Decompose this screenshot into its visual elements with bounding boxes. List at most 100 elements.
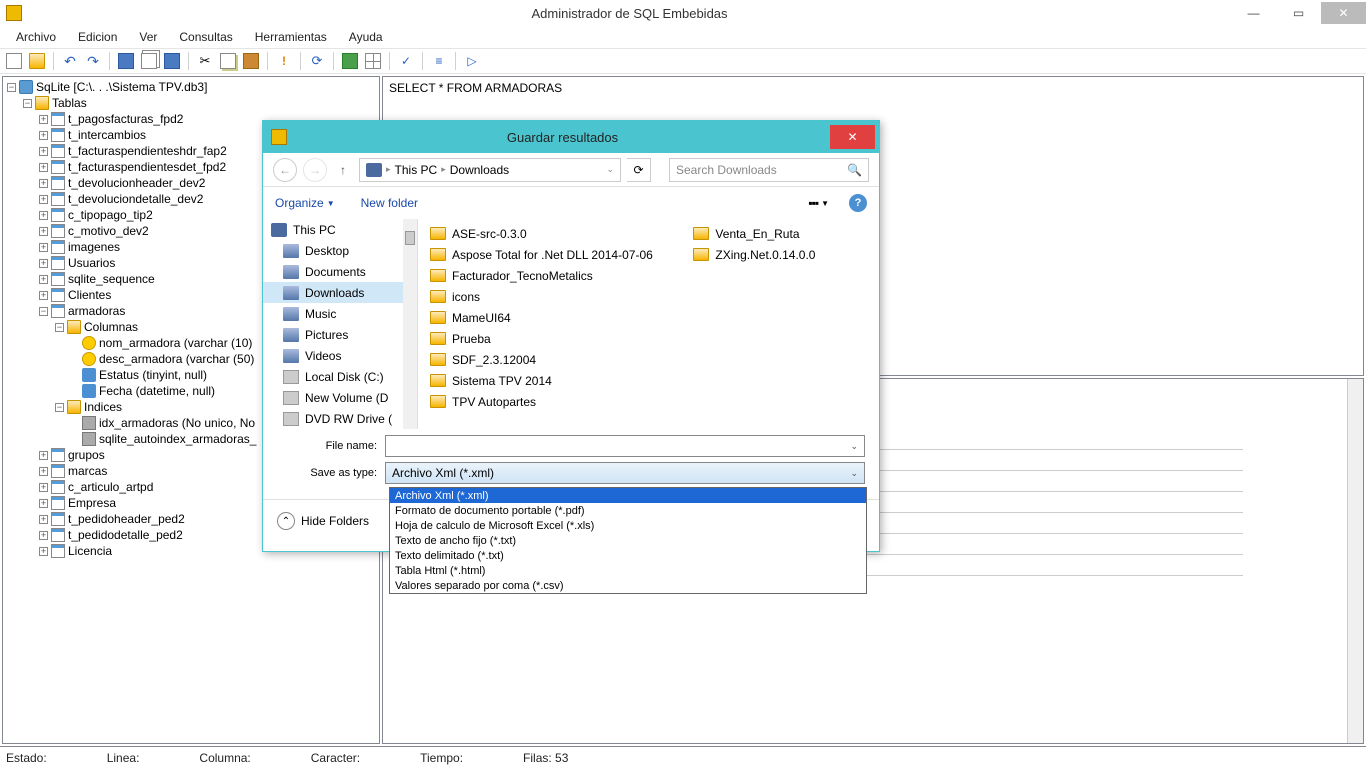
file-item[interactable]: MameUI64 bbox=[418, 307, 681, 328]
file-item[interactable]: icons bbox=[418, 286, 681, 307]
tool-warn-icon[interactable]: ! bbox=[274, 51, 294, 71]
dropdown-option[interactable]: Texto de ancho fijo (*.txt) bbox=[390, 533, 866, 548]
dropdown-option[interactable]: Formato de documento portable (*.pdf) bbox=[390, 503, 866, 518]
file-item[interactable]: SDF_2.3.12004 bbox=[418, 349, 681, 370]
menu-archivo[interactable]: Archivo bbox=[6, 28, 66, 46]
file-item[interactable]: ASE-src-0.3.0 bbox=[418, 223, 681, 244]
dialog-titlebar[interactable]: Guardar resultados ✕ bbox=[263, 121, 879, 153]
dialog-icon bbox=[271, 129, 287, 145]
view-button[interactable]: ▪▪▪▼ bbox=[808, 196, 829, 210]
status-columna: Columna: bbox=[199, 751, 250, 765]
separator bbox=[53, 52, 54, 70]
sidebar-scrollbar[interactable] bbox=[403, 219, 417, 429]
tool-save-icon[interactable] bbox=[116, 51, 136, 71]
dialog-toolbar: Organize▼ New folder ▪▪▪▼ ? bbox=[263, 187, 879, 219]
dialog-close-button[interactable]: ✕ bbox=[830, 125, 875, 149]
help-icon[interactable]: ? bbox=[849, 194, 867, 212]
file-list[interactable]: ASE-src-0.3.0Aspose Total for .Net DLL 2… bbox=[418, 219, 879, 429]
tool-save2-icon[interactable] bbox=[162, 51, 182, 71]
menu-herramientas[interactable]: Herramientas bbox=[245, 28, 337, 46]
separator bbox=[455, 52, 456, 70]
breadcrumb-segment[interactable]: Downloads bbox=[450, 163, 509, 177]
menu-ver[interactable]: Ver bbox=[129, 28, 167, 46]
file-item[interactable]: ZXing.Net.0.14.0.0 bbox=[681, 244, 879, 265]
save-type-combo[interactable]: Archivo Xml (*.xml)⌄ bbox=[385, 462, 865, 484]
maximize-button[interactable]: ▭ bbox=[1276, 2, 1321, 24]
tool-list-icon[interactable]: ≡ bbox=[429, 51, 449, 71]
tree-tablas[interactable]: −Tablas bbox=[3, 95, 379, 111]
breadcrumb-segment[interactable]: This PC bbox=[395, 163, 438, 177]
file-item[interactable]: Prueba bbox=[418, 328, 681, 349]
sidebar-item[interactable]: New Volume (D bbox=[263, 387, 417, 408]
scrollbar[interactable] bbox=[1347, 379, 1363, 743]
sidebar-item[interactable]: Pictures bbox=[263, 324, 417, 345]
close-button[interactable]: ✕ bbox=[1321, 2, 1366, 24]
breadcrumb[interactable]: ▸ This PC ▸ Downloads ⌄ bbox=[359, 158, 621, 182]
search-input[interactable]: Search Downloads 🔍 bbox=[669, 158, 869, 182]
sidebar-item[interactable]: Downloads bbox=[263, 282, 417, 303]
tree-db-root[interactable]: −SqLite [C:\. . .\Sistema TPV.db3] bbox=[3, 79, 379, 95]
separator bbox=[300, 52, 301, 70]
save-type-dropdown[interactable]: Archivo Xml (*.xml)Formato de documento … bbox=[389, 487, 867, 594]
tool-undo-icon[interactable]: ↶ bbox=[60, 51, 80, 71]
file-item[interactable]: Facturador_TecnoMetalics bbox=[418, 265, 681, 286]
pc-icon bbox=[366, 163, 382, 177]
sidebar-item[interactable]: Desktop bbox=[263, 240, 417, 261]
minimize-button[interactable]: — bbox=[1231, 2, 1276, 24]
app-icon bbox=[6, 5, 22, 21]
sidebar-item[interactable]: This PC bbox=[263, 219, 417, 240]
window-controls: — ▭ ✕ bbox=[1231, 2, 1366, 24]
tool-grid-icon[interactable] bbox=[363, 51, 383, 71]
sidebar-item[interactable]: Videos bbox=[263, 345, 417, 366]
tool-check-icon[interactable]: ✓ bbox=[396, 51, 416, 71]
tool-copy-icon[interactable] bbox=[139, 51, 159, 71]
status-caracter: Caracter: bbox=[311, 751, 360, 765]
nav-back-button[interactable]: ← bbox=[273, 158, 297, 182]
tool-paste-icon[interactable] bbox=[241, 51, 261, 71]
title-bar: Administrador de SQL Embebidas — ▭ ✕ bbox=[0, 0, 1366, 26]
organize-button[interactable]: Organize▼ bbox=[275, 196, 335, 210]
file-item[interactable]: TPV Autopartes bbox=[418, 391, 681, 412]
status-bar: Estado: Linea: Columna: Caracter: Tiempo… bbox=[0, 746, 1366, 768]
chevron-down-icon[interactable]: ⌄ bbox=[606, 164, 614, 175]
menu-edicion[interactable]: Edicion bbox=[68, 28, 127, 46]
file-item[interactable]: Sistema TPV 2014 bbox=[418, 370, 681, 391]
separator bbox=[389, 52, 390, 70]
nav-up-button[interactable]: ↑ bbox=[333, 160, 353, 180]
file-item[interactable]: Venta_En_Ruta bbox=[681, 223, 879, 244]
file-item[interactable]: Aspose Total for .Net DLL 2014-07-06 bbox=[418, 244, 681, 265]
sidebar-item[interactable]: Documents bbox=[263, 261, 417, 282]
dropdown-option[interactable]: Hoja de calculo de Microsoft Excel (*.xl… bbox=[390, 518, 866, 533]
status-linea: Linea: bbox=[107, 751, 140, 765]
tool-redo-icon[interactable]: ↷ bbox=[83, 51, 103, 71]
nav-forward-button[interactable]: → bbox=[303, 158, 327, 182]
dropdown-option[interactable]: Tabla Html (*.html) bbox=[390, 563, 866, 578]
dialog-fields: File name: ⌄ Save as type: Archivo Xml (… bbox=[263, 429, 879, 495]
new-folder-button[interactable]: New folder bbox=[361, 196, 418, 210]
dropdown-option[interactable]: Valores separado por coma (*.csv) bbox=[390, 578, 866, 593]
menu-consultas[interactable]: Consultas bbox=[169, 28, 242, 46]
tool-new-icon[interactable] bbox=[4, 51, 24, 71]
dialog-body: This PCDesktopDocumentsDownloadsMusicPic… bbox=[263, 219, 879, 429]
sidebar-item[interactable]: Music bbox=[263, 303, 417, 324]
tool-play-icon[interactable]: ▷ bbox=[462, 51, 482, 71]
dropdown-option[interactable]: Archivo Xml (*.xml) bbox=[390, 488, 866, 503]
dialog-nav: ← → ↑ ▸ This PC ▸ Downloads ⌄ ⟳ Search D… bbox=[263, 153, 879, 187]
tool-cut-icon[interactable]: ✂ bbox=[195, 51, 215, 71]
file-name-input[interactable]: ⌄ bbox=[385, 435, 865, 457]
sidebar-item[interactable]: DVD RW Drive ( bbox=[263, 408, 417, 429]
sidebar-item[interactable]: Local Disk (C:) bbox=[263, 366, 417, 387]
dropdown-option[interactable]: Texto delimitado (*.txt) bbox=[390, 548, 866, 563]
status-estado: Estado: bbox=[6, 751, 47, 765]
tool-refresh-icon[interactable]: ⟳ bbox=[307, 51, 327, 71]
refresh-button[interactable]: ⟳ bbox=[627, 158, 651, 182]
menu-ayuda[interactable]: Ayuda bbox=[339, 28, 393, 46]
separator bbox=[267, 52, 268, 70]
tool-run-icon[interactable] bbox=[340, 51, 360, 71]
hide-folders-button[interactable]: ⌃ Hide Folders bbox=[277, 512, 369, 530]
tool-copy2-icon[interactable] bbox=[218, 51, 238, 71]
tool-open-icon[interactable] bbox=[27, 51, 47, 71]
menu-bar: Archivo Edicion Ver Consultas Herramient… bbox=[0, 26, 1366, 48]
save-type-label: Save as type: bbox=[277, 467, 385, 479]
status-filas: Filas: 53 bbox=[523, 751, 568, 765]
